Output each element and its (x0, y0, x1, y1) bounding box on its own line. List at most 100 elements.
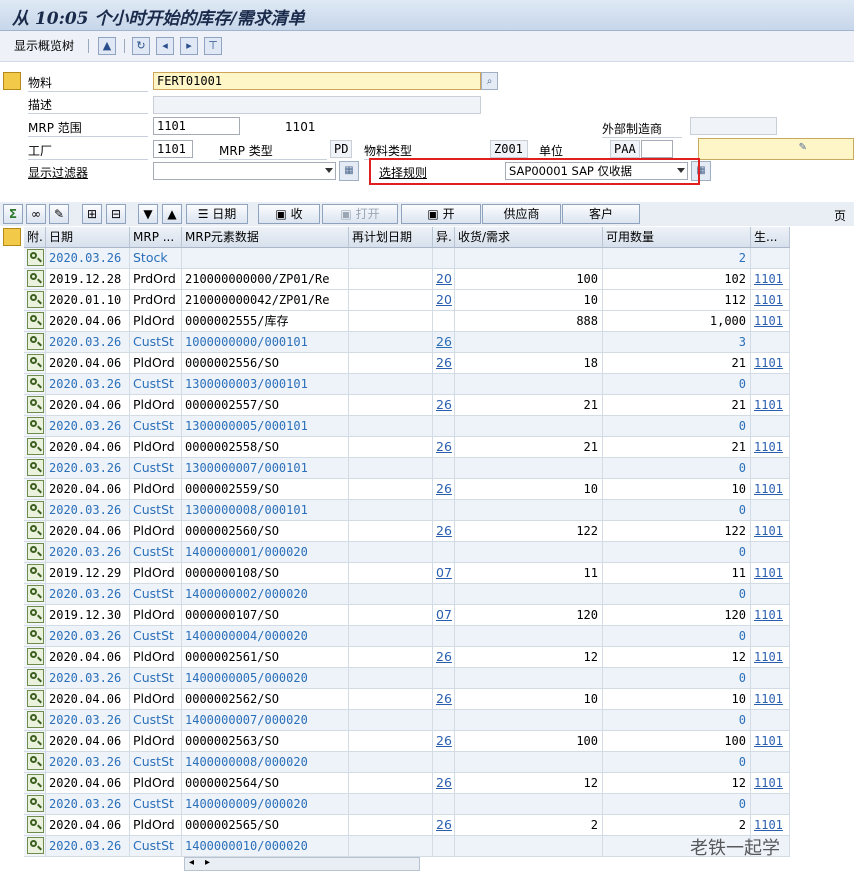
plant-cell[interactable]: 1101 (751, 479, 790, 500)
exception-cell[interactable]: 26 (433, 647, 455, 668)
plant-cell[interactable]: 1101 (751, 395, 790, 416)
table-row[interactable]: 2020.03.26 CustSt 1400000001/000020 0 (0, 542, 790, 563)
scroll-right-icon[interactable]: ▸ (205, 857, 210, 868)
table-row[interactable]: 2020.03.26 CustSt 1400000008/000020 0 (0, 752, 790, 773)
date-button[interactable]: ☰ 日期 (186, 204, 248, 224)
table-row[interactable]: 2020.03.26 CustSt 1400000005/000020 0 (0, 668, 790, 689)
magnifier-icon[interactable] (27, 438, 44, 455)
exception-cell[interactable]: 26 (433, 437, 455, 458)
mrp-area-field[interactable]: 1101 (153, 117, 240, 135)
plant-cell[interactable]: 1101 (751, 563, 790, 584)
table-row[interactable]: 2020.03.26 CustSt 1400000002/000020 0 (0, 584, 790, 605)
magnifier-icon[interactable] (27, 606, 44, 623)
exception-cell[interactable]: 26 (433, 395, 455, 416)
edit-icon[interactable]: ✎ (698, 138, 854, 160)
table-row[interactable]: 2020.04.06 PldOrd 0000002555/库存 888 1,000 110… (0, 311, 790, 332)
exception-cell[interactable]: 26 (433, 479, 455, 500)
plant-cell[interactable]: 1101 (751, 731, 790, 752)
magnifier-icon[interactable] (27, 522, 44, 539)
next-material-icon[interactable]: ▸ (180, 37, 198, 55)
refresh-icon[interactable]: ↻ (132, 37, 150, 55)
table-row[interactable]: 2019.12.28 PrdOrd 210000000000/ZP01/Re 20 10… (0, 269, 790, 290)
column-header[interactable]: 再计划日期 (349, 227, 433, 248)
magnifier-icon[interactable] (27, 417, 44, 434)
table-row[interactable]: 2020.04.06 PldOrd 0000002560/SO 26 122 122 110… (0, 521, 790, 542)
pencil-icon[interactable]: ✎ (49, 204, 69, 224)
exception-cell[interactable]: 26 (433, 815, 455, 836)
magnifier-icon[interactable] (27, 669, 44, 686)
unit-extra-field[interactable] (641, 140, 673, 158)
exception-cell[interactable]: 07 (433, 605, 455, 626)
table-row[interactable]: 2020.03.26 CustSt 1400000007/000020 0 (0, 710, 790, 731)
plant-cell[interactable]: 1101 (751, 290, 790, 311)
table-row[interactable]: 2020.04.06 PldOrd 0000002565/SO 26 2 2 1101 (0, 815, 790, 836)
expand-all-icon[interactable]: ⊞ (82, 204, 102, 224)
table-row[interactable]: 2020.04.06 PldOrd 0000002557/SO 26 21 21 1101 (0, 395, 790, 416)
table-row[interactable]: 2020.04.06 PldOrd 0000002559/SO 26 10 10 1101 (0, 479, 790, 500)
magnifier-icon[interactable] (27, 396, 44, 413)
exception-cell[interactable]: 26 (433, 332, 455, 353)
column-header[interactable]: 收货/需求 (455, 227, 603, 248)
plant-field[interactable]: 1101 (153, 140, 193, 158)
magnifier-icon[interactable] (27, 837, 44, 854)
magnifier-icon[interactable] (27, 711, 44, 728)
exception-cell[interactable]: 26 (433, 773, 455, 794)
magnifier-icon[interactable] (27, 501, 44, 518)
table-row[interactable]: 2020.03.26 Stock 2 (0, 248, 790, 269)
open-button[interactable]: ▣ 打开 (322, 204, 398, 224)
table-row[interactable]: 2020.04.06 PldOrd 0000002561/SO 26 12 12 1101 (0, 647, 790, 668)
magnifier-icon[interactable] (27, 648, 44, 665)
magnifier-icon[interactable] (27, 774, 44, 791)
table-row[interactable]: 2020.03.26 CustSt 1400000009/000020 0 (0, 794, 790, 815)
exception-cell[interactable]: 26 (433, 689, 455, 710)
plant-cell[interactable]: 1101 (751, 647, 790, 668)
magnifier-icon[interactable] (27, 732, 44, 749)
collapse-header-icon[interactable] (3, 72, 21, 90)
column-header[interactable]: 附. (24, 227, 46, 248)
table-row[interactable]: 2020.03.26 CustSt 1400000010/000020 (0, 836, 790, 857)
magnifier-icon[interactable] (27, 333, 44, 350)
show-tree-button[interactable]: 显示概览树 (14, 37, 74, 55)
table-row[interactable]: 2019.12.30 PldOrd 0000000107/SO 07 120 120 110… (0, 605, 790, 626)
plant-cell[interactable]: 1101 (751, 311, 790, 332)
column-header[interactable]: 可用数量 (603, 227, 751, 248)
filter-settings-icon[interactable]: ⊤ (204, 37, 222, 55)
exception-cell[interactable]: 26 (433, 353, 455, 374)
magnifier-icon[interactable] (27, 690, 44, 707)
magnifier-icon[interactable] (27, 375, 44, 392)
search-icon[interactable]: ⌕ (481, 72, 498, 90)
table-row[interactable]: 2020.03.26 CustSt 1000000000/000101 26 3 (0, 332, 790, 353)
plant-cell[interactable]: 1101 (751, 689, 790, 710)
collapse-all-icon[interactable]: ⊟ (106, 204, 126, 224)
filter-settings-icon[interactable]: ▦ (339, 161, 359, 181)
magnifier-icon[interactable] (27, 795, 44, 812)
horizontal-scrollbar[interactable]: ◂ ▸ (184, 857, 420, 871)
plant-cell[interactable]: 1101 (751, 269, 790, 290)
table-row[interactable]: 2020.04.06 PldOrd 0000002562/SO 26 10 10 1101 (0, 689, 790, 710)
table-row[interactable]: 2020.03.26 CustSt 1300000008/000101 0 (0, 500, 790, 521)
magnifier-icon[interactable] (27, 459, 44, 476)
table-row[interactable]: 2020.03.26 CustSt 1300000003/000101 0 (0, 374, 790, 395)
exception-cell[interactable]: 20 (433, 269, 455, 290)
table-row[interactable]: 2020.04.06 PldOrd 0000002563/SO 26 100 100 110… (0, 731, 790, 752)
open2-button[interactable]: ▣ 开 (401, 204, 481, 224)
display-filter-label[interactable]: 显示过滤器 (28, 164, 88, 181)
vendor-button[interactable]: 供应商 (482, 204, 561, 224)
customer-button[interactable]: 客户 (562, 204, 640, 224)
sort-ascending-icon[interactable]: ▲ (162, 204, 182, 224)
glasses-icon[interactable]: ∞ (26, 204, 46, 224)
exception-cell[interactable]: 07 (433, 563, 455, 584)
magnifier-icon[interactable] (27, 564, 44, 581)
exception-cell[interactable]: 20 (433, 290, 455, 311)
plant-cell[interactable]: 1101 (751, 815, 790, 836)
table-row[interactable]: 2020.03.26 CustSt 1400000004/000020 0 (0, 626, 790, 647)
exception-cell[interactable]: 26 (433, 521, 455, 542)
magnifier-icon[interactable] (27, 627, 44, 644)
magnifier-icon[interactable] (27, 270, 44, 287)
column-header[interactable]: 日期 (46, 227, 130, 248)
magnifier-icon[interactable] (27, 291, 44, 308)
plant-cell[interactable]: 1101 (751, 605, 790, 626)
receipts-button[interactable]: ▣ 收 (258, 204, 320, 224)
sum-icon[interactable]: Σ (3, 204, 23, 224)
table-row[interactable]: 2020.04.06 PldOrd 0000002556/SO 26 18 21 1101 (0, 353, 790, 374)
